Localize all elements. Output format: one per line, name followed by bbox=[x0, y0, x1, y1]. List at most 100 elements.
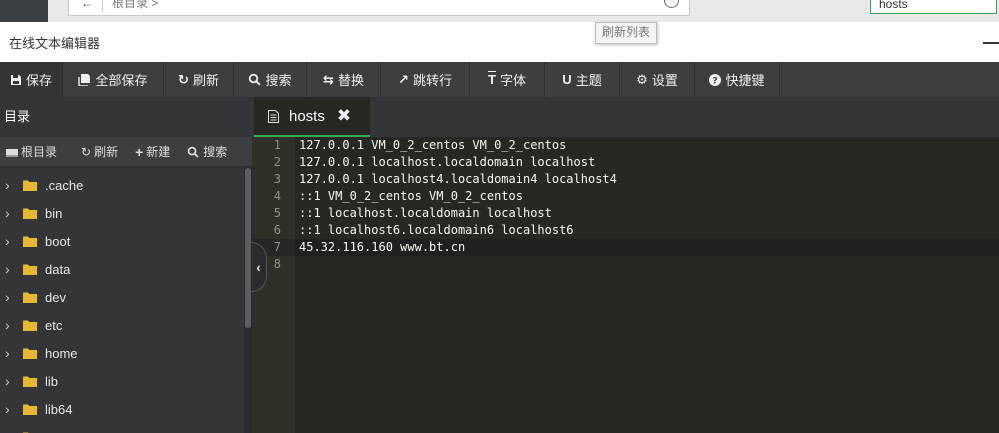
breadcrumb[interactable]: 根目录 > bbox=[112, 0, 158, 10]
theme-icon: U bbox=[562, 72, 572, 87]
tree-item[interactable]: › lib64 bbox=[0, 395, 244, 423]
sidebar-search-button[interactable]: 搜索 bbox=[187, 143, 227, 160]
sidebar-scrollbar[interactable] bbox=[244, 166, 252, 433]
sidebar-refresh-button[interactable]: ↻ 刷新 bbox=[81, 143, 118, 160]
path-bar[interactable] bbox=[68, 0, 690, 16]
tree-item-label: dev bbox=[45, 289, 66, 305]
code-line[interactable]: ::1 VM_0_2_centos VM_0_2_centos bbox=[295, 188, 999, 205]
new-file-label: 新建 bbox=[146, 145, 171, 159]
line-number: 2 bbox=[273, 155, 281, 169]
chevron-right-icon: › bbox=[5, 289, 10, 305]
shortcuts-button[interactable]: ? 快捷键 bbox=[695, 62, 780, 97]
search-icon bbox=[249, 73, 261, 86]
folder-icon bbox=[23, 320, 37, 331]
tree-item[interactable]: › home bbox=[0, 339, 244, 367]
chevron-right-icon: › bbox=[5, 261, 10, 277]
file-tree: › .cache › bin › boot › data › dev › etc › home › lib › l… bbox=[0, 171, 244, 433]
theme-button[interactable]: U 主题 bbox=[545, 62, 620, 97]
code-line[interactable]: ::1 localhost6.localdomain6 localhost6 bbox=[295, 222, 999, 239]
code-content[interactable]: 127.0.0.1 VM_0_2_centos VM_0_2_centos 127… bbox=[295, 137, 999, 273]
folder-icon bbox=[23, 376, 37, 387]
shortcuts-label: 快捷键 bbox=[725, 73, 765, 88]
chevron-right-icon: › bbox=[5, 317, 10, 333]
tree-item[interactable]: › etc bbox=[0, 311, 244, 339]
tree-item[interactable]: › data bbox=[0, 255, 244, 283]
code-line[interactable]: ::1 localhost.localdomain localhost bbox=[295, 205, 999, 222]
folder-icon bbox=[23, 348, 37, 359]
tree-item[interactable]: › .cache bbox=[0, 171, 244, 199]
line-number: 5 bbox=[273, 206, 281, 220]
folder-icon bbox=[23, 236, 37, 247]
window-title: 在线文本编辑器 bbox=[9, 36, 101, 51]
code-line[interactable]: 45.32.116.160 www.bt.cn bbox=[295, 239, 999, 256]
replace-button[interactable]: ⇆ 替换 bbox=[307, 62, 381, 97]
code-line[interactable]: 127.0.0.1 localhost.localdomain localhos… bbox=[295, 154, 999, 171]
help-icon: ? bbox=[709, 73, 722, 86]
tree-item[interactable]: › boot bbox=[0, 227, 244, 255]
minimize-button[interactable] bbox=[983, 42, 999, 44]
editor-toolbar: 保存 全部保存 ↻ 刷新 搜索 ⇆ 替换 ↗ 跳转行 T 字体 U 主题 ⚙ 设… bbox=[0, 62, 999, 97]
tree-item[interactable]: › lib bbox=[0, 367, 244, 395]
folder-icon bbox=[23, 180, 37, 191]
chevron-right-icon: › bbox=[5, 345, 10, 361]
tree-item-label: data bbox=[45, 261, 71, 277]
save-button[interactable]: 保存 bbox=[0, 62, 63, 97]
sidebar-refresh-label: 刷新 bbox=[94, 145, 119, 159]
search-button[interactable]: 搜索 bbox=[234, 62, 307, 97]
folder-icon bbox=[23, 264, 37, 275]
save-all-icon bbox=[78, 73, 91, 86]
code-line[interactable]: 127.0.0.1 VM_0_2_centos VM_0_2_centos bbox=[295, 137, 999, 154]
font-icon: T bbox=[488, 72, 496, 87]
line-number: 3 bbox=[273, 172, 281, 186]
folder-icon bbox=[23, 292, 37, 303]
jump-line-label: 跳转行 bbox=[412, 73, 452, 88]
tab-label: hosts bbox=[289, 107, 325, 125]
line-number: 4 bbox=[273, 189, 281, 203]
svg-text:?: ? bbox=[713, 76, 718, 86]
tree-item-label: etc bbox=[45, 317, 63, 333]
tree-item[interactable]: › bin bbox=[0, 199, 244, 227]
code-editor[interactable]: 12345678 127.0.0.1 VM_0_2_centos VM_0_2_… bbox=[252, 137, 999, 433]
tree-item[interactable]: › bbox=[0, 423, 244, 433]
save-all-button[interactable]: 全部保存 bbox=[63, 62, 164, 97]
search-icon bbox=[188, 146, 199, 158]
sidebar-header: 目录 bbox=[4, 109, 31, 124]
root-dir-button[interactable]: 根目录 bbox=[6, 143, 57, 160]
tree-item[interactable]: › dev bbox=[0, 283, 244, 311]
collapse-sidebar-handle[interactable]: ‹ bbox=[250, 242, 267, 292]
refresh-icon: ↻ bbox=[81, 144, 92, 159]
sidebar-actions: 根目录 ↻ 刷新 + 新建 搜索 bbox=[0, 137, 252, 166]
root-dir-label: 根目录 bbox=[21, 145, 58, 159]
settings-button[interactable]: ⚙ 设置 bbox=[620, 62, 695, 97]
refresh-label: 刷新 bbox=[192, 73, 219, 88]
font-button[interactable]: T 字体 bbox=[470, 62, 545, 97]
replace-icon: ⇆ bbox=[323, 71, 334, 87]
search-label: 搜索 bbox=[265, 73, 292, 88]
new-file-button[interactable]: + 新建 bbox=[135, 143, 170, 160]
chevron-right-icon: › bbox=[5, 177, 10, 193]
folder-icon bbox=[23, 404, 37, 415]
tree-item-label: home bbox=[45, 345, 78, 361]
jump-line-button[interactable]: ↗ 跳转行 bbox=[381, 62, 470, 97]
sidebar-search-label: 搜索 bbox=[203, 145, 228, 159]
save-icon bbox=[10, 74, 21, 85]
code-line[interactable]: 127.0.0.1 localhost4.localdomain4 localh… bbox=[295, 171, 999, 188]
folder-icon bbox=[23, 208, 37, 219]
jump-icon: ↗ bbox=[398, 71, 409, 87]
chevron-right-icon: › bbox=[5, 233, 10, 249]
tree-item-label: .cache bbox=[45, 177, 84, 193]
file-search-input[interactable]: hosts bbox=[870, 0, 997, 14]
chevron-right-icon: › bbox=[5, 429, 19, 433]
close-icon[interactable]: ✖ bbox=[337, 106, 351, 126]
gear-icon: ⚙ bbox=[636, 71, 648, 87]
code-line[interactable] bbox=[295, 256, 999, 273]
settings-label: 设置 bbox=[651, 73, 678, 88]
chevron-right-icon: › bbox=[5, 401, 10, 417]
refresh-icon: ↻ bbox=[178, 71, 189, 87]
editor-tabs: hosts ✖ bbox=[252, 97, 999, 137]
refresh-button[interactable]: ↻ 刷新 bbox=[164, 62, 234, 97]
back-button[interactable]: ← bbox=[72, 0, 103, 12]
tab-hosts[interactable]: hosts ✖ bbox=[254, 97, 370, 137]
tree-item-label: lib64 bbox=[45, 401, 73, 417]
tree-item-label: bin bbox=[45, 205, 63, 221]
